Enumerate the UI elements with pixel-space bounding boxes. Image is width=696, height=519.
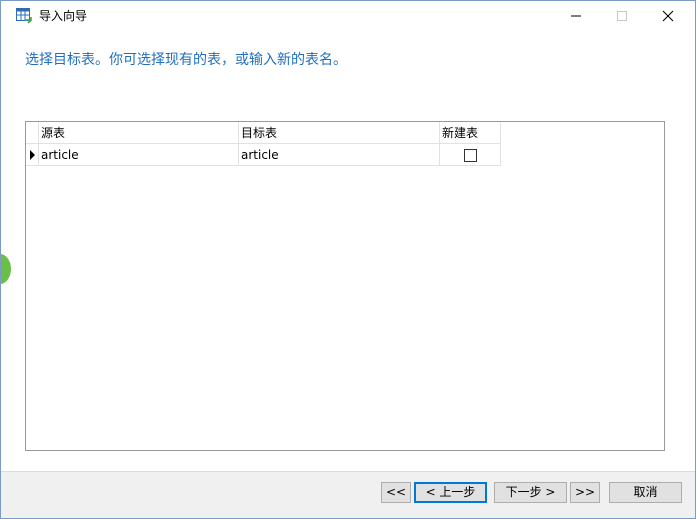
column-header-new-table[interactable]: 新建表 bbox=[440, 122, 501, 144]
row-indicator[interactable] bbox=[26, 144, 39, 166]
table-mapping-grid[interactable]: 源表 目标表 新建表 article article bbox=[25, 121, 665, 451]
first-step-button[interactable]: << bbox=[381, 482, 411, 503]
last-step-button[interactable]: >> bbox=[570, 482, 600, 503]
source-table-cell[interactable]: article bbox=[39, 144, 239, 166]
next-step-button[interactable]: 下一步 > bbox=[494, 482, 567, 503]
current-row-arrow-icon bbox=[30, 150, 35, 160]
maximize-button[interactable] bbox=[599, 1, 645, 31]
column-header-source[interactable]: 源表 bbox=[39, 122, 239, 144]
maximize-icon bbox=[617, 11, 627, 21]
column-header-target[interactable]: 目标表 bbox=[239, 122, 440, 144]
title-bar[interactable]: 导入向导 bbox=[1, 1, 695, 31]
row-header-corner bbox=[26, 122, 39, 144]
previous-step-button[interactable]: < 上一步 bbox=[414, 482, 487, 503]
new-table-checkbox[interactable] bbox=[464, 149, 477, 162]
minimize-button[interactable] bbox=[553, 1, 599, 31]
import-wizard-window: 导入向导 选择目标表。你可选择现有的表，或输入新的表名。 源表 目标表 新建表 bbox=[0, 0, 696, 519]
target-table-cell[interactable]: article bbox=[239, 144, 440, 166]
cancel-button[interactable]: 取消 bbox=[609, 482, 682, 503]
window-title: 导入向导 bbox=[39, 9, 88, 23]
wizard-footer: << < 上一步 下一步 > >> 取消 bbox=[1, 471, 695, 518]
close-icon bbox=[662, 10, 674, 22]
edge-badge bbox=[1, 254, 11, 284]
minimize-icon bbox=[571, 15, 581, 17]
close-button[interactable] bbox=[645, 1, 691, 31]
table-import-icon bbox=[16, 8, 32, 24]
instruction-text: 选择目标表。你可选择现有的表，或输入新的表名。 bbox=[25, 52, 347, 68]
